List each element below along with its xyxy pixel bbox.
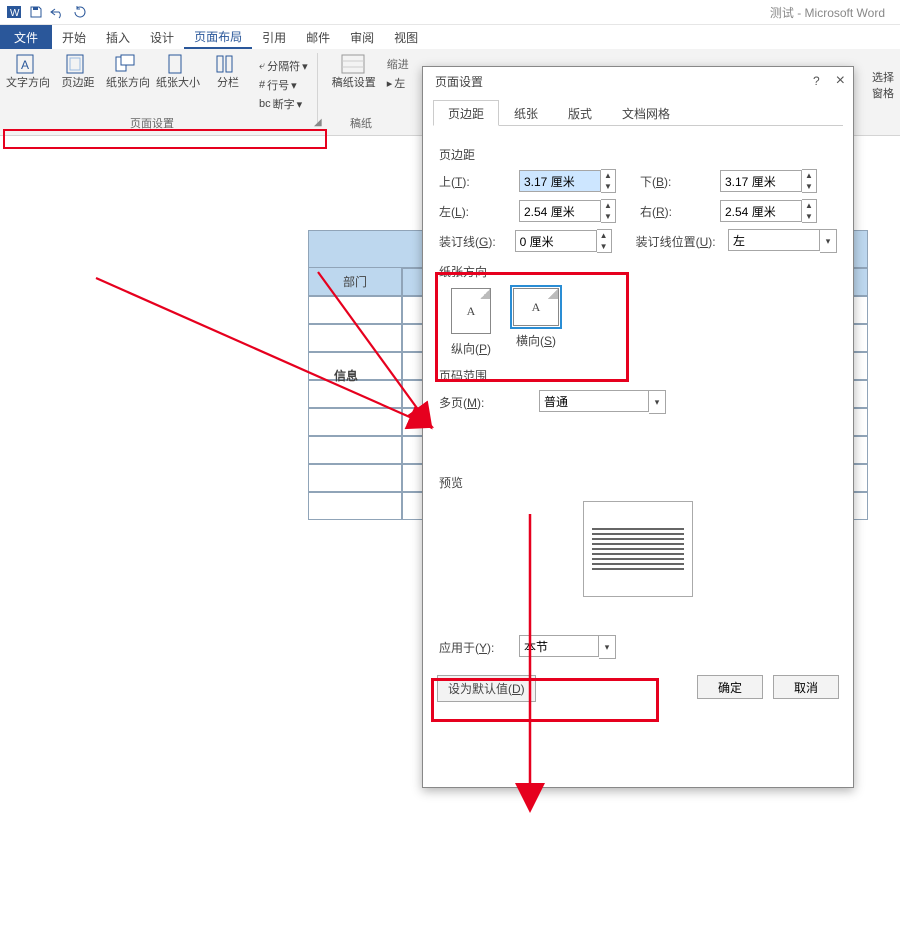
size-button[interactable]: 纸张大小 — [156, 53, 200, 89]
table-info-label: 信息 — [334, 367, 358, 384]
indent-left[interactable]: ▸ 左 — [384, 74, 412, 92]
close-icon[interactable]: × — [836, 72, 845, 90]
tab-home[interactable]: 开始 — [52, 25, 96, 49]
right-field[interactable]: ▲▼ — [720, 199, 817, 223]
dlg-tab-grid[interactable]: 文档网格 — [607, 100, 685, 126]
left-label: 左(L): — [439, 203, 511, 220]
indent-label: 缩进 — [384, 55, 412, 73]
svg-text:A: A — [21, 58, 29, 72]
pagesetup-dialog-launcher[interactable]: ◢ — [314, 117, 322, 128]
preview-thumbnail — [583, 501, 693, 597]
apply-label: 应用于(Y): — [439, 639, 511, 656]
tab-file[interactable]: 文件 — [0, 25, 52, 49]
hyphen-button[interactable]: bc 断字 ▾ — [256, 95, 311, 113]
section-orient-title: 纸张方向 — [439, 263, 837, 280]
right-label: 右(R): — [640, 203, 712, 220]
section-preview-title: 预览 — [439, 474, 837, 491]
svg-text:W: W — [10, 8, 20, 19]
dlg-tab-paper[interactable]: 纸张 — [499, 100, 553, 126]
columns-button[interactable]: 分栏 — [206, 53, 250, 89]
ok-button[interactable]: 确定 — [697, 675, 763, 699]
breaks-button[interactable]: ⤶ 分隔符 ▾ — [256, 57, 311, 75]
tab-view[interactable]: 视图 — [384, 25, 428, 49]
cancel-button[interactable]: 取消 — [773, 675, 839, 699]
top-label: 上(T): — [439, 173, 511, 190]
save-icon[interactable] — [26, 2, 46, 22]
group-pagesetup-label: 页面设置 — [130, 115, 174, 131]
dlg-tab-margins[interactable]: 页边距 — [433, 100, 499, 126]
left-field[interactable]: ▲▼ — [519, 199, 616, 223]
top-field[interactable]: ▲▼ — [519, 169, 616, 193]
section-margins-title: 页边距 — [439, 146, 837, 163]
line-numbers-button[interactable]: # 行号 ▾ — [256, 76, 311, 94]
gutter-pos-label: 装订线位置(U): — [636, 233, 720, 250]
apply-combo[interactable]: ▾ — [519, 635, 616, 659]
bottom-label: 下(B): — [640, 173, 712, 190]
help-icon[interactable]: ? — [813, 74, 820, 88]
margins-button[interactable]: 页边距 — [56, 53, 100, 89]
bottom-field[interactable]: ▲▼ — [720, 169, 817, 193]
undo-icon[interactable] — [48, 2, 68, 22]
table-header-dept: 部门 — [308, 268, 402, 296]
word-app-icon: W — [4, 2, 24, 22]
section-pages-title: 页码范围 — [439, 367, 837, 384]
orientation-landscape[interactable]: A 横向(S) — [513, 288, 559, 357]
multi-combo[interactable]: ▾ — [539, 390, 666, 414]
dialog-title: 页面设置 — [435, 73, 483, 90]
tab-layout[interactable]: 页面布局 — [184, 25, 252, 49]
group-grid-label: 稿纸 — [350, 115, 372, 131]
ribbon-tabs: 文件 开始 插入 设计 页面布局 引用 邮件 审阅 视图 — [0, 25, 900, 49]
orientation-portrait[interactable]: A 纵向(P) — [451, 288, 491, 357]
selection-pane-button[interactable]: 选择窗格 — [868, 69, 898, 101]
window-title: 测试 - Microsoft Word — [770, 4, 885, 21]
quick-access-toolbar: W 测试 - Microsoft Word — [0, 0, 900, 25]
multi-label: 多页(M): — [439, 394, 511, 411]
page-setup-dialog: 页面设置 ? × 页边距 纸张 版式 文档网格 页边距 上(T): ▲▼ 下(B… — [422, 66, 854, 788]
tab-references[interactable]: 引用 — [252, 25, 296, 49]
orientation-button[interactable]: 纸张方向 — [106, 53, 150, 89]
gutter-field[interactable]: ▲▼ — [515, 229, 612, 253]
tab-insert[interactable]: 插入 — [96, 25, 140, 49]
tab-design[interactable]: 设计 — [140, 25, 184, 49]
gutter-pos-combo[interactable]: ▾ — [728, 229, 837, 253]
gutter-label: 装订线(G): — [439, 233, 507, 250]
grid-button[interactable]: 稿纸设置 — [330, 53, 378, 89]
text-direction-button[interactable]: A文字方向 — [6, 53, 50, 89]
set-default-button[interactable]: 设为默认值(D) — [437, 675, 536, 702]
tab-mail[interactable]: 邮件 — [296, 25, 340, 49]
redo-icon[interactable] — [70, 2, 90, 22]
tab-review[interactable]: 审阅 — [340, 25, 384, 49]
dialog-tabs: 页边距 纸张 版式 文档网格 — [433, 99, 843, 126]
dlg-tab-layout[interactable]: 版式 — [553, 100, 607, 126]
